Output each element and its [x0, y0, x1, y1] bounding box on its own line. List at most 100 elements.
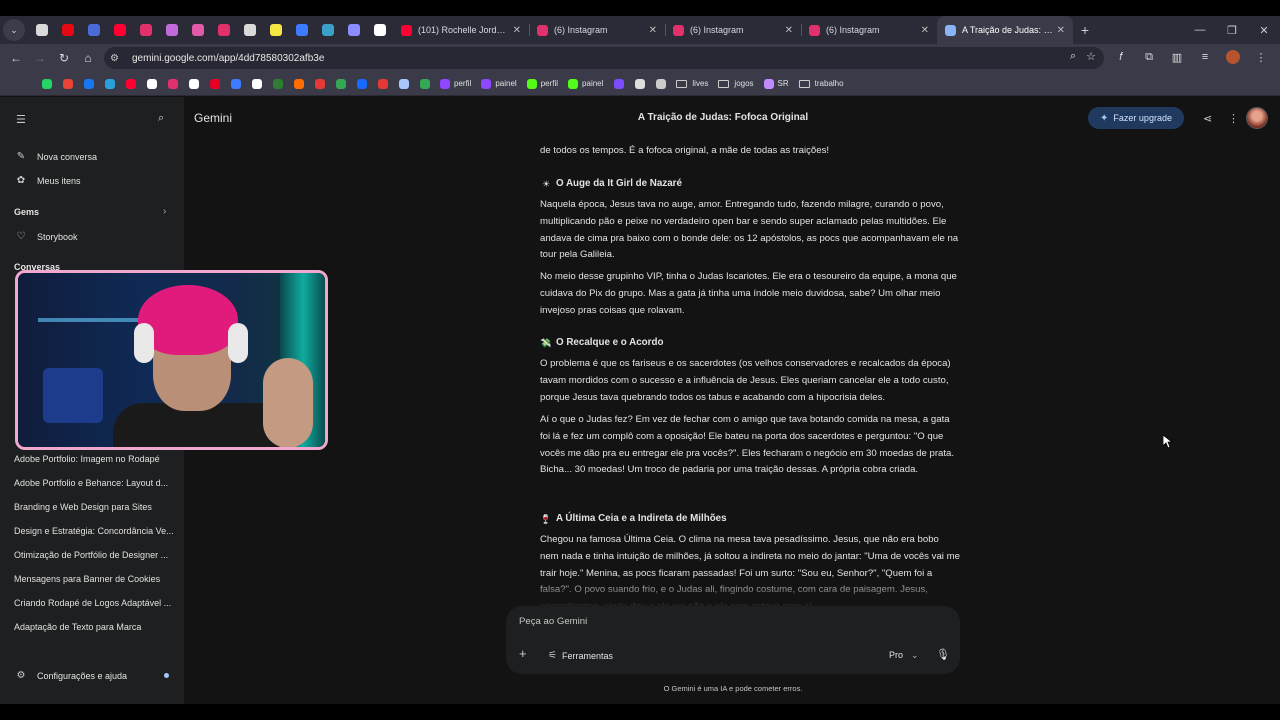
- close-tab-icon[interactable]: ✕: [649, 25, 657, 36]
- pinned-tab[interactable]: [159, 16, 185, 44]
- bookmark-item[interactable]: perfil: [522, 73, 563, 95]
- extensions-icon[interactable]: ⧉: [1138, 46, 1160, 68]
- reload-icon[interactable]: ↻: [52, 46, 76, 70]
- pinned-tab[interactable]: [185, 16, 211, 44]
- maximize-icon[interactable]: ❐: [1216, 16, 1248, 44]
- conversation-item[interactable]: Adobe Portfolio e Behance: Layout d...: [14, 478, 174, 488]
- prompt-composer[interactable]: Peça ao Gemini + ⚟ Ferramentas Pro ⌄ 🎙: [506, 606, 960, 674]
- pinned-tab[interactable]: [81, 16, 107, 44]
- sidepanel-icon[interactable]: ▥: [1166, 46, 1188, 68]
- add-attachment-icon[interactable]: +: [519, 646, 527, 661]
- pinned-tab[interactable]: [367, 16, 393, 44]
- bookmark-item[interactable]: [288, 73, 309, 95]
- browser-tab[interactable]: (6) Instagram ✕: [665, 16, 801, 44]
- pinned-tab[interactable]: [133, 16, 159, 44]
- pinned-tab[interactable]: [55, 16, 81, 44]
- bookmark-item[interactable]: [78, 73, 99, 95]
- browser-tab[interactable]: (101) Rochelle Jordan - D ✕: [393, 16, 529, 44]
- main-menu-icon[interactable]: ☰: [16, 113, 26, 126]
- bookmark-item[interactable]: [608, 73, 629, 95]
- browser-tab[interactable]: (6) Instagram ✕: [529, 16, 665, 44]
- conversation-item[interactable]: Mensagens para Banner de Cookies: [14, 574, 174, 584]
- search-icon[interactable]: ⌕: [158, 112, 164, 125]
- back-icon[interactable]: ←: [4, 46, 28, 70]
- conversation-item[interactable]: Adaptação de Texto para Marca: [14, 622, 174, 632]
- site-info-icon[interactable]: ⚙: [110, 53, 126, 64]
- close-tab-icon[interactable]: ✕: [921, 25, 929, 36]
- bookmark-item[interactable]: trabalho: [794, 73, 849, 95]
- bookmark-item[interactable]: [183, 73, 204, 95]
- pinned-tab[interactable]: [107, 16, 133, 44]
- address-bar[interactable]: ⚙ gemini.google.com/app/4dd78580302afb3e…: [104, 47, 1104, 69]
- more-options-icon[interactable]: ⋮: [1228, 112, 1239, 125]
- bookmark-item[interactable]: [246, 73, 267, 95]
- conversation-item[interactable]: Branding e Web Design para Sites: [14, 502, 174, 512]
- bookmark-item[interactable]: [162, 73, 183, 95]
- bookmark-item[interactable]: [414, 73, 435, 95]
- my-items-button[interactable]: ✿ Meus itens: [14, 175, 81, 186]
- bookmark-item[interactable]: [309, 73, 330, 95]
- profile-avatar[interactable]: [1222, 46, 1244, 68]
- bookmark-item[interactable]: [120, 73, 141, 95]
- pinned-tab[interactable]: [341, 16, 367, 44]
- gemini-brand[interactable]: Gemini: [194, 111, 232, 125]
- bookmark-item[interactable]: [99, 73, 120, 95]
- bookmark-item[interactable]: [650, 73, 671, 95]
- bookmark-item[interactable]: painel: [476, 73, 521, 95]
- conversation-item[interactable]: Otimização de Portfólio de Designer ...: [14, 550, 174, 560]
- bookmark-item[interactable]: SR: [759, 73, 794, 95]
- pinned-tab[interactable]: [263, 16, 289, 44]
- bookmark-item[interactable]: [372, 73, 393, 95]
- prompt-input[interactable]: Peça ao Gemini: [519, 616, 587, 627]
- pinned-tab[interactable]: [315, 16, 341, 44]
- share-icon[interactable]: ⋖: [1203, 112, 1212, 125]
- bookmark-item[interactable]: [57, 73, 78, 95]
- home-icon[interactable]: ⌂: [76, 46, 100, 70]
- menu-icon[interactable]: ⋮: [1250, 46, 1272, 68]
- conversation-title[interactable]: A Traição de Judas: Fofoca Original: [484, 112, 962, 123]
- chevron-right-icon[interactable]: ›: [163, 206, 166, 217]
- pinned-tab[interactable]: [237, 16, 263, 44]
- microphone-icon[interactable]: 🎙: [936, 648, 950, 661]
- new-tab-button[interactable]: +: [1073, 22, 1097, 38]
- bookmark-star-icon[interactable]: ☆: [1086, 50, 1096, 63]
- close-window-icon[interactable]: ✕: [1248, 16, 1280, 44]
- browser-tab[interactable]: (6) Instagram ✕: [801, 16, 937, 44]
- media-icon[interactable]: ≡: [1194, 46, 1216, 68]
- tools-button[interactable]: ⚟ Ferramentas: [548, 650, 613, 661]
- pinned-tab[interactable]: [29, 16, 55, 44]
- browser-tab[interactable]: A Traição de Judas: Fofoc ✕: [937, 16, 1073, 44]
- bookmark-item[interactable]: perfil: [435, 73, 476, 95]
- upgrade-button[interactable]: ✦ Fazer upgrade: [1088, 107, 1184, 129]
- model-selector[interactable]: Pro ⌄: [889, 650, 919, 661]
- bookmark-item[interactable]: [393, 73, 414, 95]
- close-tab-icon[interactable]: ✕: [785, 25, 793, 36]
- minimize-icon[interactable]: —: [1184, 16, 1216, 44]
- settings-help-button[interactable]: ⚙ Configurações e ajuda: [14, 670, 128, 681]
- bookmark-item[interactable]: jogos: [713, 73, 758, 95]
- pinned-tab[interactable]: [289, 16, 315, 44]
- gem-storybook[interactable]: ♡ Storybook: [14, 231, 78, 242]
- new-chat-button[interactable]: ✎ Nova conversa: [14, 151, 97, 162]
- zoom-search-icon[interactable]: ⌕: [1070, 50, 1076, 63]
- conversation-item[interactable]: Criando Rodapé de Logos Adaptável ...: [14, 598, 174, 608]
- bookmark-item[interactable]: lives: [671, 73, 713, 95]
- gems-heading[interactable]: Gems: [14, 207, 39, 217]
- bookmark-item[interactable]: [267, 73, 288, 95]
- bookmark-item[interactable]: [204, 73, 225, 95]
- bookmark-item[interactable]: [330, 73, 351, 95]
- tab-search-button[interactable]: ⌄: [3, 19, 25, 41]
- forward-icon[interactable]: →: [28, 46, 52, 70]
- bookmark-item[interactable]: [225, 73, 246, 95]
- close-tab-icon[interactable]: ✕: [1057, 25, 1065, 36]
- account-avatar[interactable]: [1246, 107, 1268, 129]
- conversation-item[interactable]: Adobe Portfolio: Imagem no Rodapé: [14, 454, 174, 464]
- font-icon[interactable]: 𝑓: [1110, 46, 1132, 68]
- bookmark-item[interactable]: [351, 73, 372, 95]
- bookmark-item[interactable]: [36, 73, 57, 95]
- bookmark-item[interactable]: painel: [563, 73, 608, 95]
- close-tab-icon[interactable]: ✕: [513, 25, 521, 36]
- conversation-item[interactable]: Design e Estratégia: Concordância Ve...: [14, 526, 174, 536]
- bookmark-item[interactable]: [629, 73, 650, 95]
- pinned-tab[interactable]: [211, 16, 237, 44]
